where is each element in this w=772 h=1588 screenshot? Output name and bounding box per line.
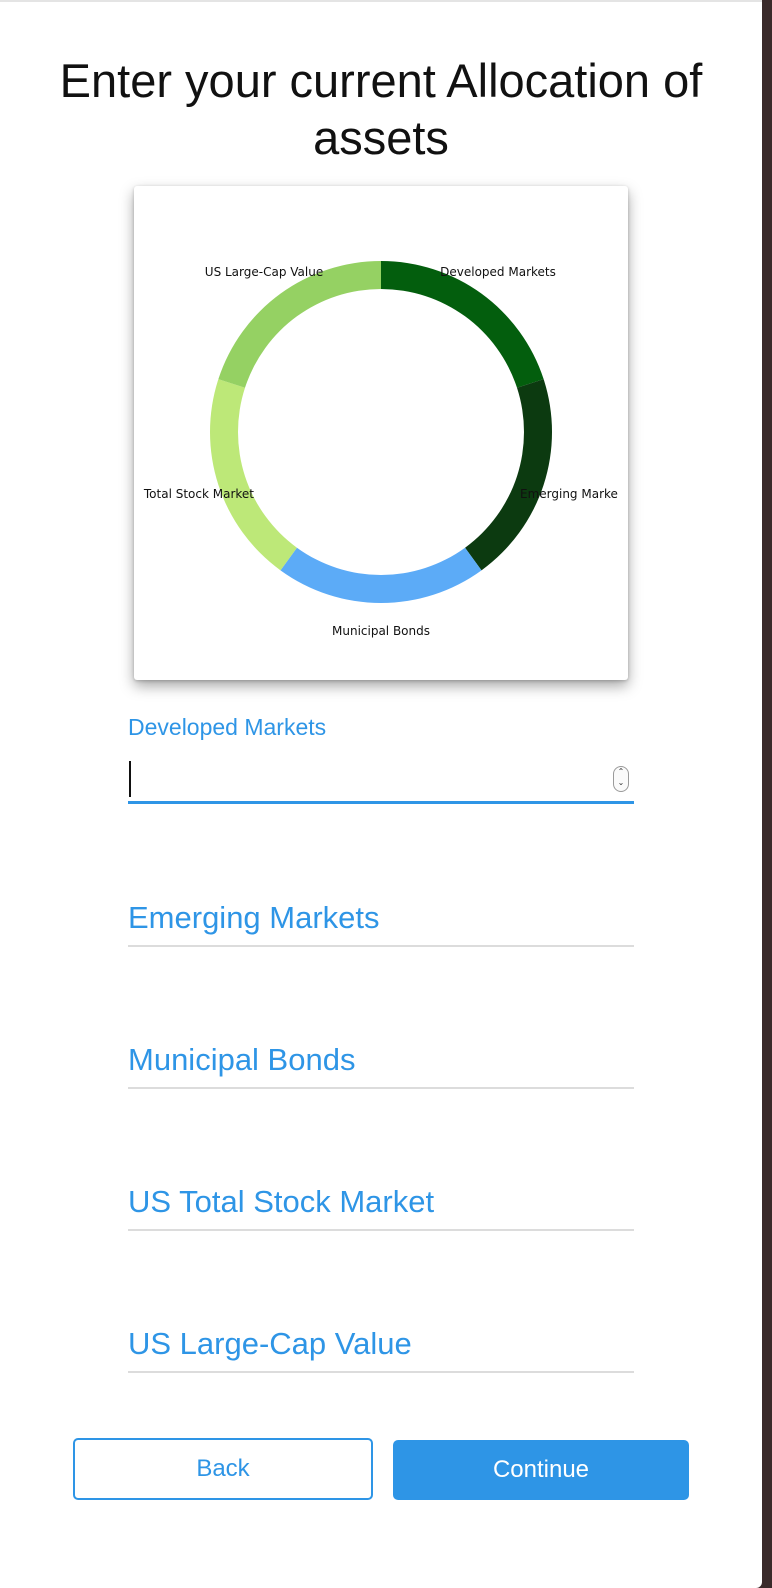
donut-slice-us-large-cap-value (218, 261, 381, 388)
spinner-down-icon[interactable]: ⌄ (614, 778, 628, 789)
allocation-donut-chart: Developed Markets Emerging Marke Municipal… (143, 261, 618, 638)
page-title: Enter your current Allocation of assets (59, 54, 703, 164)
field-label-emerging-markets[interactable]: Emerging Markets (128, 900, 380, 936)
field-municipal-bonds[interactable]: Municipal Bonds (128, 1038, 634, 1090)
field-label-developed-markets: Developed Markets (128, 714, 327, 740)
field-developed-markets: Developed Markets ⌃ ⌄ (128, 714, 634, 806)
spinner-up-icon[interactable]: ⌃ (614, 767, 628, 778)
allocation-page: Enter your current Allocation of assets … (0, 0, 762, 1588)
field-label-us-large-cap-value[interactable]: US Large-Cap Value (128, 1326, 412, 1362)
field-underline (128, 1087, 634, 1089)
donut-slice-emerging-markets (465, 379, 552, 571)
donut-slice-developed-markets (381, 261, 544, 388)
donut-label-developed-markets: Developed Markets (440, 265, 556, 279)
top-divider (0, 0, 762, 2)
field-us-total-stock-market[interactable]: US Total Stock Market (128, 1180, 634, 1232)
field-underline (128, 801, 634, 804)
donut-label-us-large-cap-value: US Large-Cap Value (205, 265, 323, 279)
continue-button[interactable]: Continue (393, 1440, 689, 1500)
number-spinner[interactable]: ⌃ ⌄ (613, 766, 629, 792)
donut-label-emerging-markets: Emerging Marke (520, 487, 618, 501)
text-caret (129, 761, 131, 797)
field-label-us-total-stock-market[interactable]: US Total Stock Market (128, 1184, 434, 1220)
donut-label-us-total-stock-market: Total Stock Market (143, 487, 254, 501)
back-button[interactable]: Back (73, 1438, 373, 1500)
donut-slice-municipal-bonds (280, 547, 482, 603)
developed-markets-input[interactable] (128, 758, 608, 802)
field-us-large-cap-value[interactable]: US Large-Cap Value (128, 1322, 634, 1374)
field-underline (128, 1371, 634, 1373)
field-underline (128, 945, 634, 947)
donut-label-municipal-bonds: Municipal Bonds (332, 624, 430, 638)
allocation-chart-card: Developed Markets Emerging Marke Municipal… (134, 186, 628, 680)
field-underline (128, 1229, 634, 1231)
donut-slice-us-total-stock-market (210, 379, 297, 571)
field-emerging-markets[interactable]: Emerging Markets (128, 896, 634, 948)
field-label-municipal-bonds[interactable]: Municipal Bonds (128, 1042, 355, 1078)
